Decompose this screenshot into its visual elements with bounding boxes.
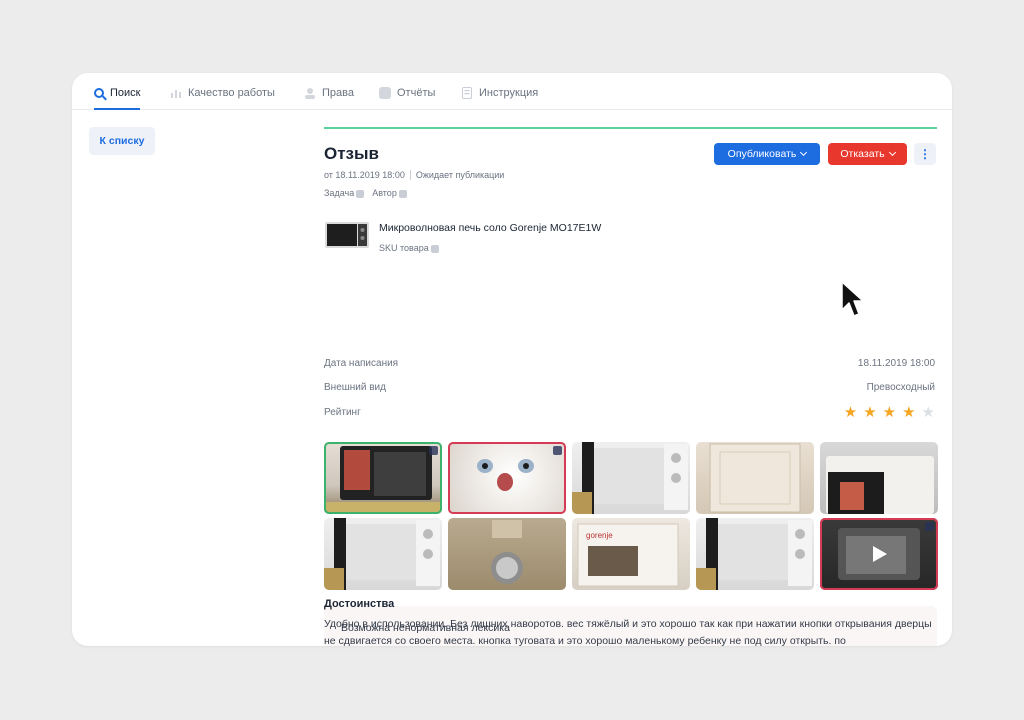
rating-stars: ★ ★ ★ ★ ★ [843, 404, 935, 421]
photo-thumbnail[interactable] [448, 518, 566, 590]
star-icon: ★ [921, 404, 935, 421]
star-icon: ★ [843, 404, 858, 421]
pros-title: Достоинства [324, 598, 395, 610]
photo-thumbnail[interactable] [696, 442, 814, 514]
back-to-list-button[interactable]: К списку [89, 127, 155, 155]
detail-value: Превосходный [866, 382, 935, 393]
review-panel: Отзыв от 18.11.2019 18:00 Ожидает публик… [324, 110, 938, 646]
detail-value: 18.11.2019 18:00 [857, 358, 935, 369]
more-menu-button[interactable]: ⋮ [914, 143, 936, 165]
reject-label: Отказать [840, 148, 885, 160]
page-title: Отзыв [324, 144, 379, 163]
author-label: Автор [372, 188, 397, 198]
star-icon: ★ [882, 404, 897, 421]
product-image [324, 220, 370, 250]
author-link[interactable]: Автор [372, 188, 407, 198]
svg-text:gorenje: gorenje [586, 531, 613, 540]
divider [409, 170, 411, 180]
nav-tab-rights[interactable]: Права [304, 87, 354, 110]
product-name: Микроволновая печь соло Gorenje MO17E1W [379, 222, 602, 234]
review-links: Задача Автор [324, 188, 407, 198]
photo-thumbnail[interactable] [324, 518, 442, 590]
check-icon [429, 446, 438, 455]
detail-label: Дата написания [324, 358, 399, 369]
bar-chart-icon [170, 87, 182, 99]
top-navigation: Поиск Качество работы Права Отчёты Инстр… [72, 73, 952, 110]
detail-label: Внешний вид [324, 382, 386, 393]
nav-tab-label: Поиск [110, 87, 141, 99]
task-link[interactable]: Задача [324, 188, 365, 198]
photo-thumbnail[interactable] [324, 442, 442, 514]
nav-tab-search[interactable]: Поиск [94, 87, 141, 110]
review-date: от 18.11.2019 18:00 [324, 170, 405, 180]
nav-tab-label: Качество работы [188, 87, 275, 99]
nav-tab-reports[interactable]: Отчёты [379, 87, 435, 110]
status-line [324, 127, 937, 129]
nav-tab-label: Отчёты [397, 87, 436, 99]
detail-row-appearance: Внешний вид Превосходный [324, 382, 937, 393]
sku-label: SKU товара [379, 243, 429, 253]
photo-thumbnail[interactable] [696, 518, 814, 590]
photo-thumbnail[interactable]: gorenje [572, 518, 690, 590]
publish-label: Опубликовать [727, 148, 797, 160]
detail-row-rating: Рейтинг ★ ★ ★ ★ ★ [324, 404, 937, 421]
task-label: Задача [324, 188, 355, 198]
nav-tab-label: Инструкция [479, 87, 539, 99]
nav-tab-quality[interactable]: Качество работы [170, 87, 275, 110]
product-sku[interactable]: SKU товара [379, 243, 439, 253]
check-icon [925, 522, 934, 531]
star-icon: ★ [902, 404, 916, 421]
check-icon [553, 446, 562, 455]
detail-row-date: Дата написания 18.11.2019 18:00 [324, 358, 937, 369]
copy-icon[interactable] [398, 189, 407, 198]
nav-tab-label: Права [322, 87, 354, 99]
photo-thumbnail[interactable] [448, 442, 566, 514]
app-window: Поиск Качество работы Права Отчёты Инстр… [72, 73, 952, 646]
review-meta: от 18.11.2019 18:00 Ожидает публикации [324, 170, 504, 180]
photo-thumbnail[interactable] [820, 442, 938, 514]
chevron-down-icon [800, 148, 808, 157]
reject-button[interactable]: Отказать [828, 143, 907, 165]
photo-thumbnail[interactable] [572, 442, 690, 514]
detail-label: Рейтинг [324, 407, 361, 418]
pros-text: Удобно в использовании. Без лишних навор… [324, 618, 932, 647]
copy-icon[interactable] [356, 189, 365, 198]
nav-tab-instructions[interactable]: Инструкция [461, 87, 538, 110]
copy-icon[interactable] [430, 244, 439, 253]
report-icon [379, 87, 391, 99]
publish-button[interactable]: Опубликовать [714, 143, 820, 165]
search-icon [94, 88, 104, 98]
play-icon[interactable] [873, 546, 887, 562]
document-icon [461, 87, 473, 99]
mouse-cursor-icon [841, 281, 864, 317]
star-icon: ★ [863, 404, 877, 421]
video-thumbnail[interactable] [820, 518, 938, 590]
user-icon [304, 87, 316, 99]
status-text: Ожидает публикации [415, 170, 505, 180]
chevron-down-icon [888, 148, 896, 157]
